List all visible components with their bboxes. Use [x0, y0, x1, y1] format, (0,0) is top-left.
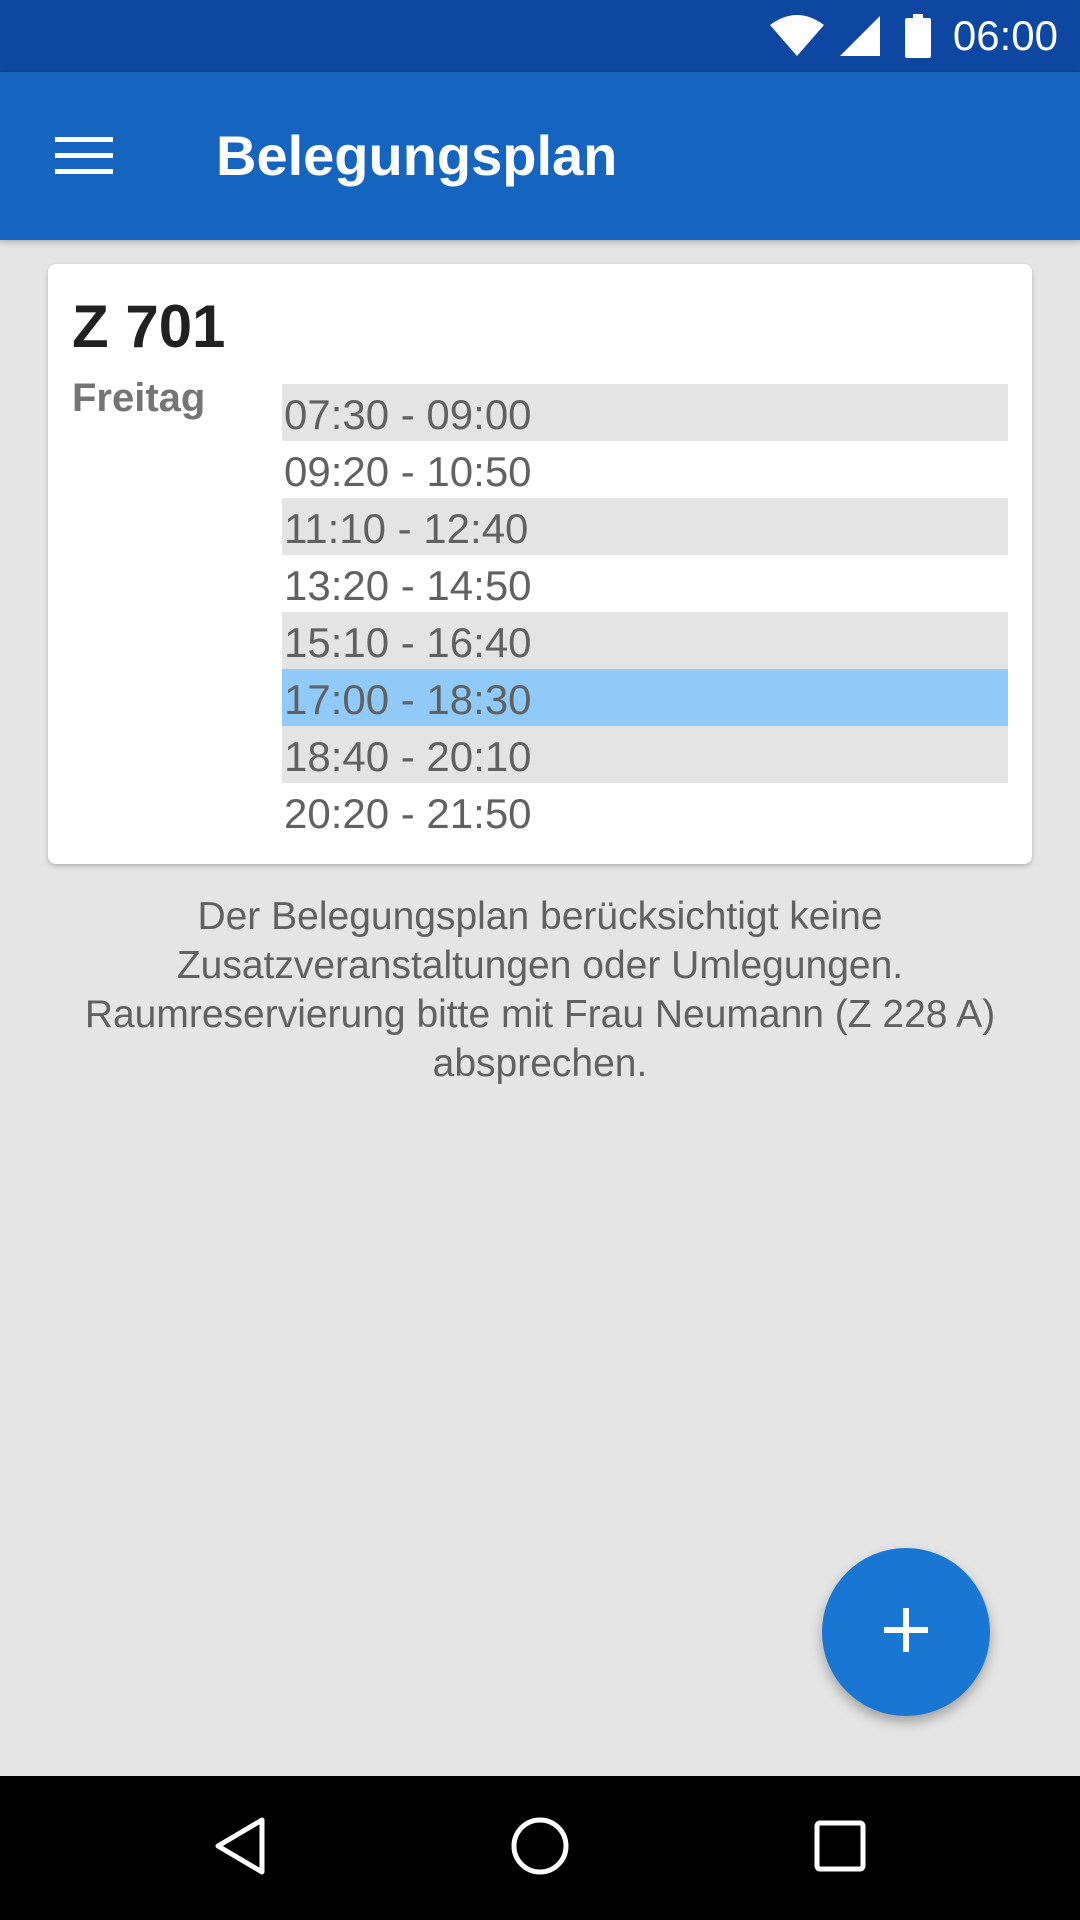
app-bar: Belegungsplan: [0, 72, 1080, 240]
time-slot: 07:30 - 09:00: [282, 384, 1008, 441]
time-slot: 11:10 - 12:40: [282, 498, 1008, 555]
plus-icon: [884, 1607, 928, 1657]
time-slot: 20:20 - 21:50: [284, 790, 532, 837]
menu-button[interactable]: [36, 110, 132, 206]
back-icon: [212, 1816, 268, 1881]
notice-text: Der Belegungsplan berücksichtigt keine Z…: [40, 892, 1040, 1088]
notice-line: Der Belegungsplan berücksichtigt keine: [197, 895, 883, 938]
wifi-icon: [769, 15, 825, 57]
status-bar: 06:00: [0, 0, 1080, 72]
notice-line: Raumreservierung bitte mit Frau Neumann …: [84, 993, 996, 1036]
time-slot: 18:40 - 20:10: [282, 726, 1008, 783]
home-icon: [510, 1816, 570, 1881]
status-icons: 06:00: [769, 0, 1058, 72]
recent-apps-button[interactable]: [768, 1776, 912, 1920]
status-time: 06:00: [952, 12, 1058, 59]
time-slot: 17:00 - 18:30: [282, 669, 1008, 726]
time-slot: 15:10 - 16:40: [282, 612, 1008, 669]
time-slot: 13:20 - 14:50: [284, 562, 532, 609]
time-slot: 09:20 - 10:50: [284, 448, 532, 495]
schedule-card: Z 701 Freitag 07:30 - 09:00 09:20 - 10:5…: [48, 264, 1032, 864]
navigation-bar: [0, 1776, 1080, 1920]
back-button[interactable]: [168, 1776, 312, 1920]
signal-icon: [839, 15, 881, 57]
time-slot-list: 07:30 - 09:00 09:20 - 10:50 11:10 - 12:4…: [282, 384, 1008, 840]
notice-line: absprechen.: [432, 1042, 648, 1085]
home-button[interactable]: [468, 1776, 612, 1920]
room-title: Z 701: [72, 293, 226, 360]
day-label: Freitag: [72, 376, 206, 420]
page-title: Belegungsplan: [216, 124, 618, 187]
notice-line: Zusatzveranstaltungen oder Umlegungen.: [176, 944, 904, 987]
add-button[interactable]: [822, 1548, 990, 1716]
menu-icon: [55, 135, 113, 182]
recent-apps-icon: [814, 1820, 866, 1877]
battery-icon: [904, 14, 931, 58]
